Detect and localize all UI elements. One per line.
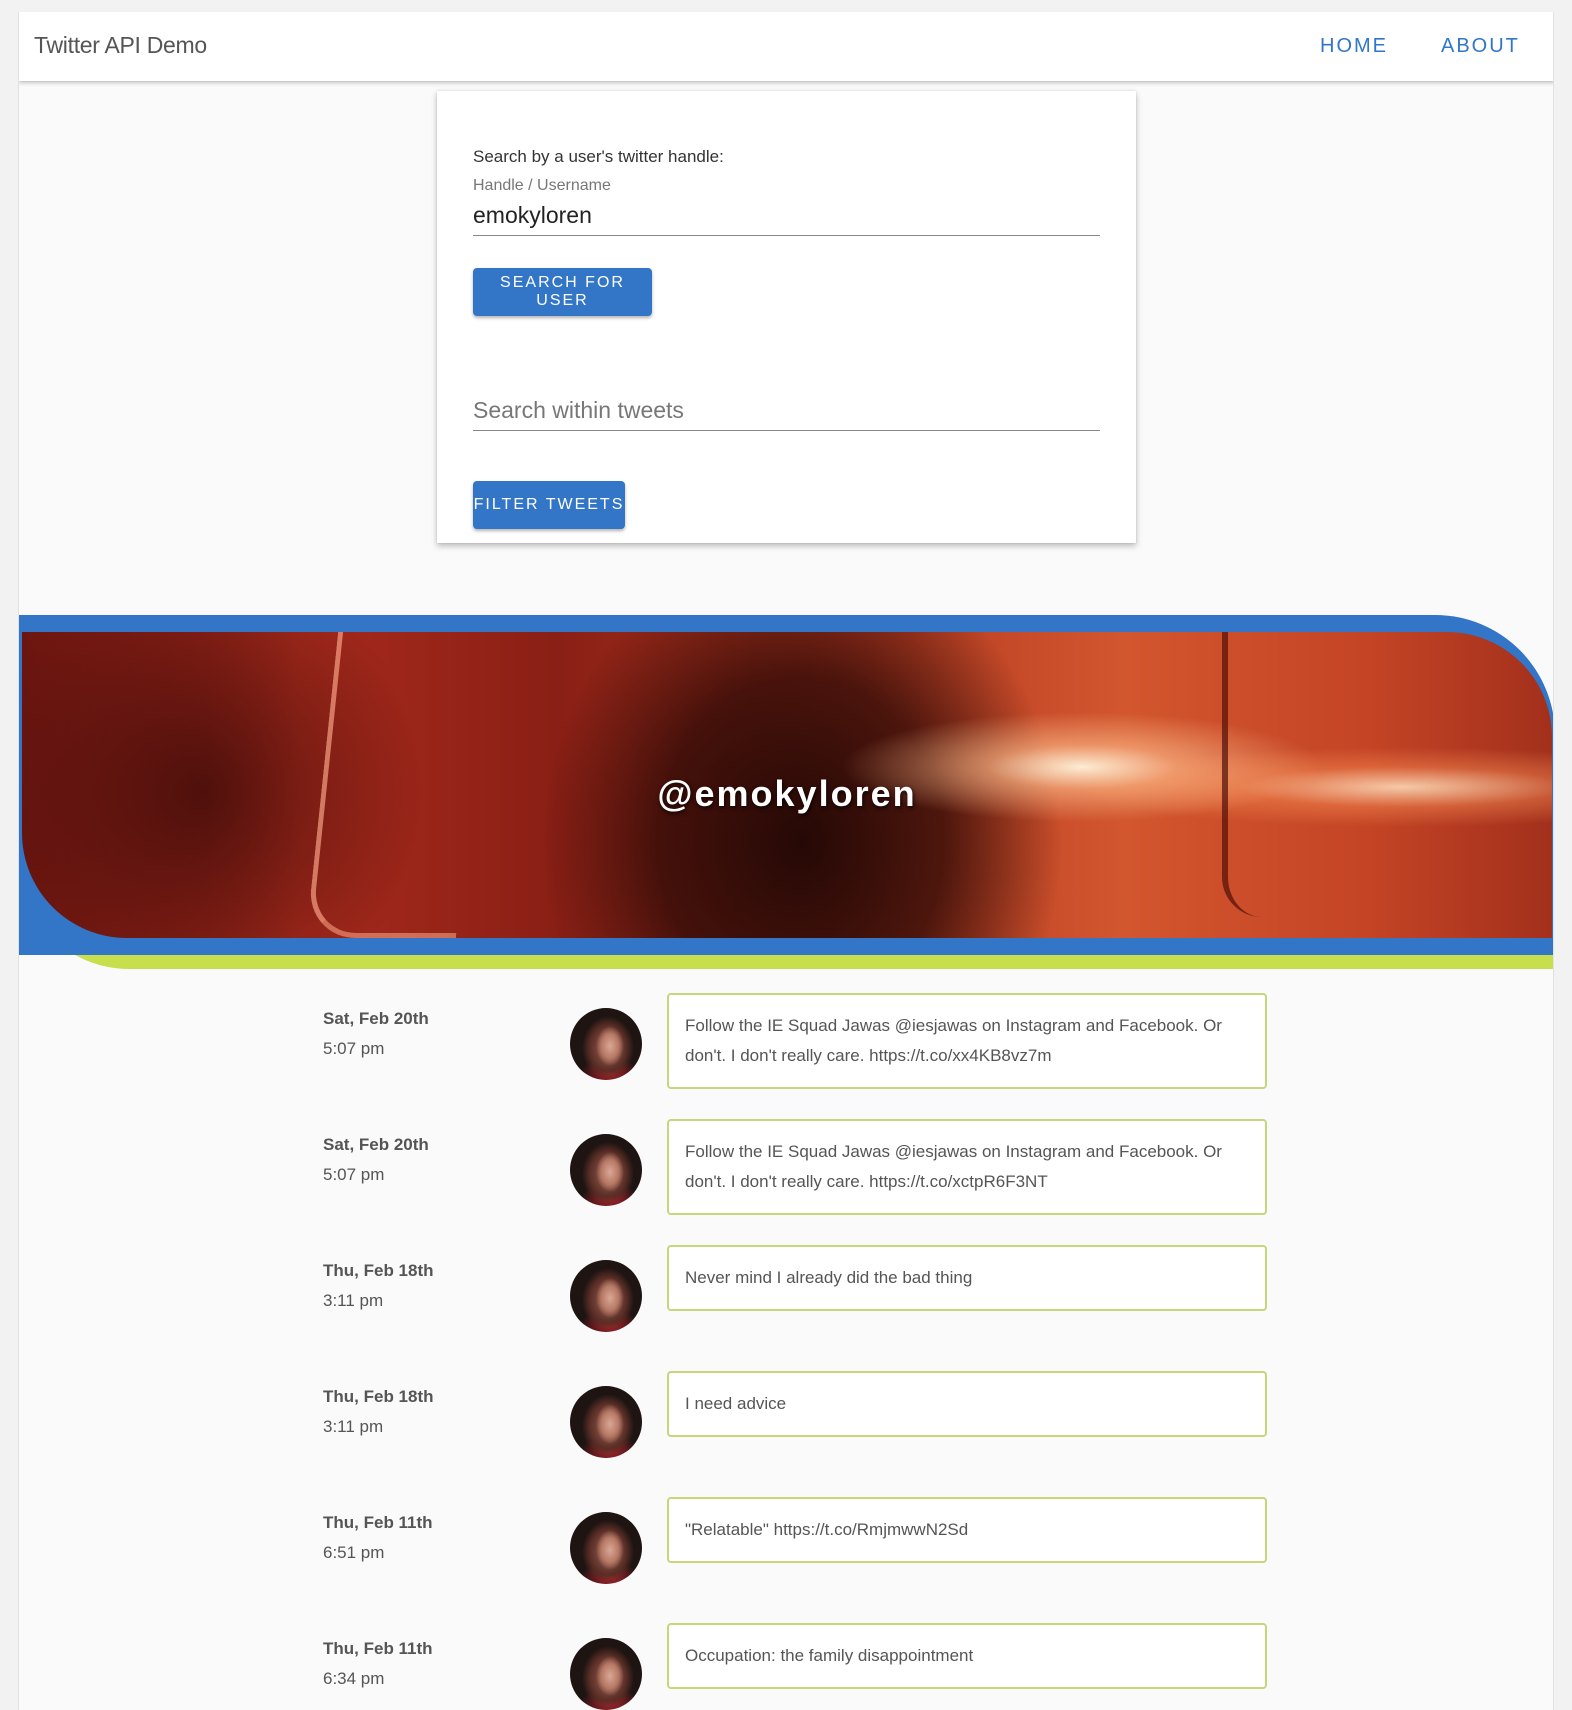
tweet-time: 3:11 pm [323, 1417, 384, 1436]
tweet-time: 3:11 pm [323, 1291, 384, 1310]
tweet-date: Sat, Feb 20th [323, 1009, 429, 1028]
banner-image: @emokyloren [22, 632, 1552, 938]
tweet-text: Occupation: the family disappointment [667, 1623, 1267, 1689]
search-card-label: Search by a user's twitter handle: [473, 147, 724, 166]
avatar [570, 1386, 642, 1458]
app-window: Twitter API Demo HOME ABOUT Search by a … [18, 12, 1554, 1710]
filter-tweets-input[interactable] [473, 391, 1100, 431]
tweet-text: Follow the IE Squad Jawas @iesjawas on I… [667, 993, 1267, 1089]
tweet-text: Never mind I already did the bad thing [667, 1245, 1267, 1311]
search-for-user-button[interactable]: SEARCH FOR USER [473, 268, 652, 316]
tweet-item: Sat, Feb 20th 5:07 pm Follow the IE Squa… [19, 993, 1553, 1103]
tweet-date: Thu, Feb 18th [323, 1387, 434, 1406]
tweet-time: 6:34 pm [323, 1669, 385, 1688]
tweet-time: 5:07 pm [323, 1165, 385, 1184]
tweet-date: Thu, Feb 18th [323, 1261, 434, 1280]
banner-handle: @emokyloren [657, 773, 917, 814]
tweet-date: Thu, Feb 11th [323, 1639, 433, 1658]
tweet-item: Thu, Feb 18th 3:11 pm Never mind I alrea… [19, 1245, 1553, 1355]
tweet-item: Thu, Feb 11th 6:51 pm "Relatable" https:… [19, 1497, 1553, 1607]
avatar [570, 1512, 642, 1584]
tweet-time: 5:07 pm [323, 1039, 385, 1058]
avatar [570, 1008, 642, 1080]
avatar [570, 1638, 642, 1710]
top-toolbar: Twitter API Demo HOME ABOUT [19, 12, 1553, 81]
tweet-text: Follow the IE Squad Jawas @iesjawas on I… [667, 1119, 1267, 1215]
nav-home-link[interactable]: HOME [1320, 35, 1388, 58]
filter-tweets-button[interactable]: FILTER TWEETS [473, 481, 625, 529]
avatar [570, 1134, 642, 1206]
tweet-date: Thu, Feb 11th [323, 1513, 433, 1532]
app-title: Twitter API Demo [34, 32, 207, 58]
tweet-text: I need advice [667, 1371, 1267, 1437]
profile-banner: @emokyloren [19, 615, 1553, 969]
search-card: Search by a user's twitter handle: Handl… [437, 91, 1136, 543]
nav-about-link[interactable]: ABOUT [1441, 35, 1520, 58]
handle-input[interactable] [473, 196, 1100, 236]
tweet-item: Sat, Feb 20th 5:07 pm Follow the IE Squa… [19, 1119, 1553, 1229]
tweet-date: Sat, Feb 20th [323, 1135, 429, 1154]
tweet-item: Thu, Feb 11th 6:34 pm Occupation: the fa… [19, 1623, 1553, 1710]
handle-field-label: Handle / Username [473, 177, 611, 194]
tweet-item: Thu, Feb 18th 3:11 pm I need advice [19, 1371, 1553, 1481]
tweet-time: 6:51 pm [323, 1543, 385, 1562]
tweet-text: "Relatable" https://t.co/RmjmwwN2Sd [667, 1497, 1267, 1563]
avatar [570, 1260, 642, 1332]
